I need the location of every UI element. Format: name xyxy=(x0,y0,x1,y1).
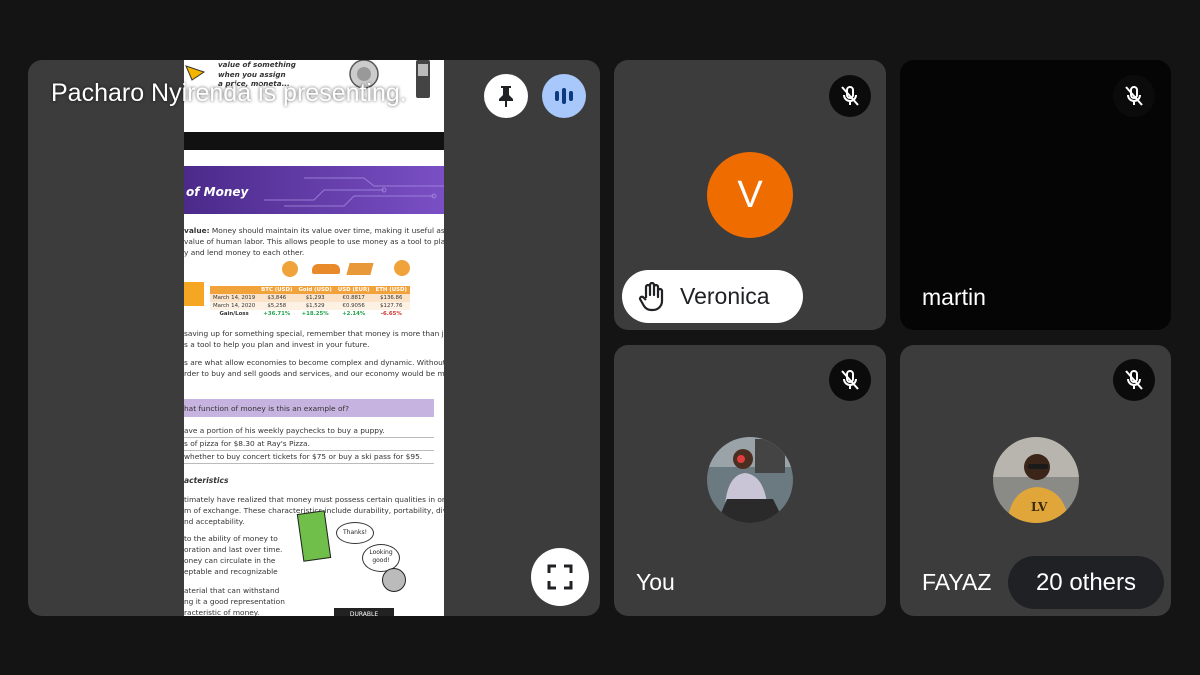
coin-mascot-icon xyxy=(382,568,406,592)
table-header xyxy=(210,286,259,294)
audio-level-icon xyxy=(555,88,573,104)
gold-bar-icon xyxy=(346,263,374,275)
doc-text: rder to buy and sell goods and services,… xyxy=(184,369,444,378)
doc-text: oration and last over time. xyxy=(184,545,283,554)
table-cell: +2.14% xyxy=(342,311,366,317)
svg-text:LV: LV xyxy=(1031,500,1048,514)
doc-text: Money should maintain its value over tim… xyxy=(211,226,444,235)
table-header: BTC (USD) xyxy=(258,286,296,294)
participant-name: martin xyxy=(922,284,986,310)
table-cell: March 14, 2019 xyxy=(210,294,259,302)
mic-off-indicator xyxy=(829,75,871,117)
quiz-item: ave a portion of his weekly paychecks to… xyxy=(184,426,385,435)
doc-text: racteristic of money. xyxy=(184,608,260,616)
table-cell: +18.25% xyxy=(301,311,329,317)
avatar: V xyxy=(707,152,793,238)
speech-bubble: Thanks! xyxy=(336,522,374,544)
table-cell: €0.9056 xyxy=(334,302,373,310)
mic-off-icon xyxy=(1125,370,1143,390)
doc-text: aterial that can withstand xyxy=(184,586,280,595)
table-cell: Gain/Loss xyxy=(219,311,249,317)
doc-banner-title: of Money xyxy=(186,185,249,199)
pin-icon xyxy=(499,86,513,107)
mic-off-icon xyxy=(841,86,859,106)
raised-hand-icon xyxy=(638,281,664,311)
participant-tile-you[interactable]: You xyxy=(614,345,886,616)
doc-text: value of human labor. This allows people… xyxy=(184,237,444,246)
fullscreen-button[interactable] xyxy=(531,548,589,606)
table-cell: $5,258 xyxy=(258,302,296,310)
gold-pile-icon xyxy=(312,264,340,274)
doc-text: eptable and recognizable xyxy=(184,567,278,576)
doc-text: ng it a good representation xyxy=(184,597,285,606)
table-row: March 14, 2020 $5,258 $1,529 €0.9056 $12… xyxy=(210,302,410,310)
table-cell: +36.71% xyxy=(263,311,291,317)
mic-off-indicator xyxy=(829,359,871,401)
mic-off-indicator xyxy=(1113,75,1155,117)
doc-text: y and lend money to each other. xyxy=(184,248,305,257)
table-header: USD (EUR) xyxy=(334,286,373,294)
others-button[interactable]: 20 others xyxy=(1008,556,1164,609)
table-cell: $1,529 xyxy=(295,302,335,310)
doc-black-bar xyxy=(184,132,444,150)
participant-tile-veronica[interactable]: V Veronica xyxy=(614,60,886,330)
mic-off-icon xyxy=(841,370,859,390)
shared-document: value of something when you assign a pri… xyxy=(184,60,444,616)
doc-text: value of something xyxy=(218,60,296,69)
doc-text: timately have realized that money must p… xyxy=(184,495,444,504)
doc-bold-text: value: xyxy=(184,226,210,235)
table-header: ETH (USD) xyxy=(372,286,410,294)
doc-text: to the ability of money to xyxy=(184,534,278,543)
ethereum-icon xyxy=(394,260,410,276)
avatar-photo: LV xyxy=(993,437,1079,523)
table-cell: $127.76 xyxy=(372,302,410,310)
table-cell: $3,846 xyxy=(258,294,296,302)
quiz-item: s of pizza for $8.30 at Ray's Pizza. xyxy=(184,439,310,448)
presentation-tile[interactable]: value of something when you assign a pri… xyxy=(28,60,600,616)
doc-text: nd acceptability. xyxy=(184,517,245,526)
table-cell: $136.86 xyxy=(372,294,410,302)
doc-section-heading: acteristics xyxy=(184,476,229,485)
doc-paragraph: value: Money should maintain its value o… xyxy=(184,226,444,236)
participant-name: Veronica xyxy=(680,283,770,309)
audio-level-indicator xyxy=(542,74,586,118)
quiz-item: whether to buy concert tickets for $75 o… xyxy=(184,452,423,461)
table-cell: March 14, 2020 xyxy=(210,302,259,310)
table-cell: $1,293 xyxy=(295,294,335,302)
presenter-label: Pacharo Nyirenda is presenting. xyxy=(51,79,407,107)
participant-name: FAYAZ xyxy=(922,569,992,595)
doc-text: when you assign xyxy=(218,69,286,79)
durable-label: DURABLE xyxy=(334,608,394,616)
table-cell: -6.65% xyxy=(380,311,402,317)
doc-text: saving up for something special, remembe… xyxy=(184,329,444,338)
table-cell: €0.8817 xyxy=(334,294,373,302)
quiz-title: hat function of money is this an example… xyxy=(184,404,350,413)
bitcoin-icon xyxy=(282,261,298,277)
table-row: March 14, 2019 $3,846 $1,293 €0.8817 $13… xyxy=(210,294,410,302)
price-table: BTC (USD) Gold (USD) USD (EUR) ETH (USD)… xyxy=(210,286,410,318)
mic-off-indicator xyxy=(1113,359,1155,401)
circuit-pattern-icon xyxy=(264,177,444,207)
raised-hand-chip[interactable]: Veronica xyxy=(622,270,803,323)
table-row: Gain/Loss +36.71% +18.25% +2.14% -6.65% xyxy=(210,310,410,318)
avatar-photo xyxy=(707,437,793,523)
participant-name: You xyxy=(636,569,675,595)
doc-text: s are what allow economies to become com… xyxy=(184,358,444,367)
mic-off-icon xyxy=(1125,86,1143,106)
participant-tile-martin[interactable]: martin xyxy=(900,60,1171,330)
dollar-mascot-icon xyxy=(296,510,332,562)
pin-button[interactable] xyxy=(484,74,528,118)
table-header: Gold (USD) xyxy=(295,286,335,294)
doc-text: s a tool to help you plan and invest in … xyxy=(184,340,370,349)
avatar xyxy=(707,437,793,523)
doc-text: oney can circulate in the xyxy=(184,556,276,565)
fullscreen-icon xyxy=(547,564,573,590)
avatar: LV xyxy=(993,437,1079,523)
doc-table-tab xyxy=(184,282,204,306)
participant-tile-fayaz[interactable]: LV FAYAZ 20 others xyxy=(900,345,1171,616)
